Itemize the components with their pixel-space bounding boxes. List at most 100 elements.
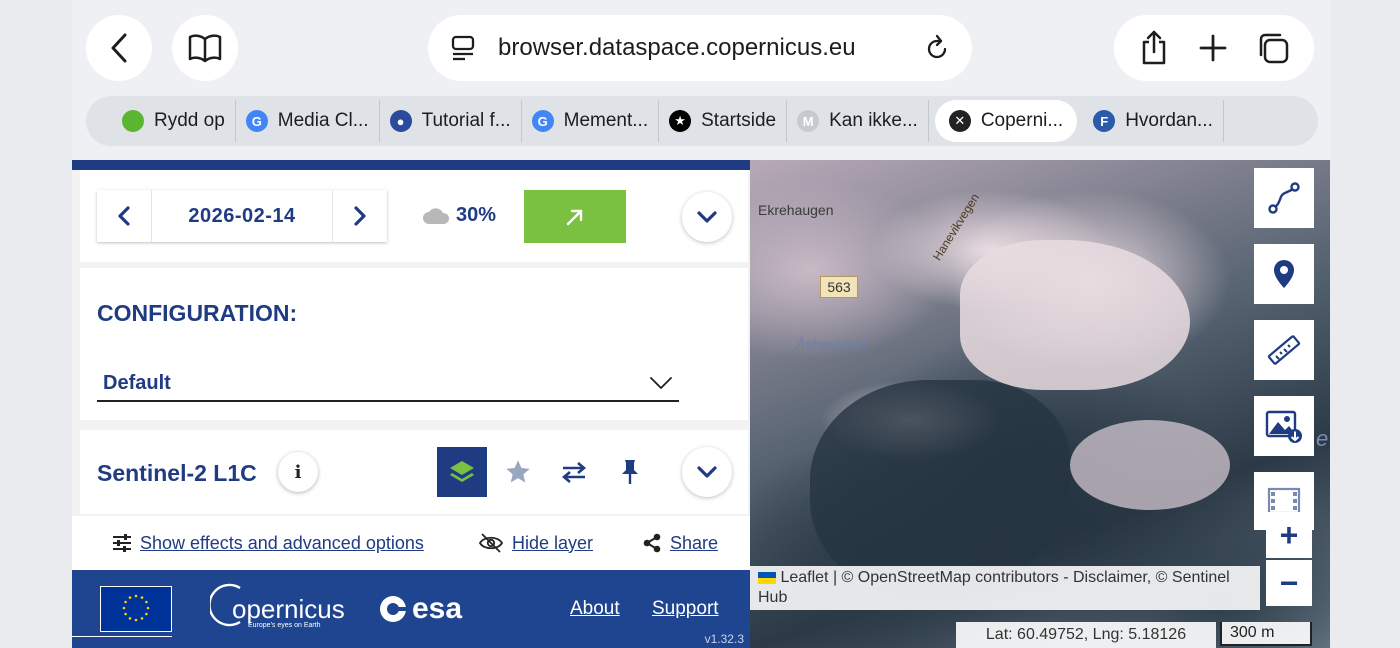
version-label: v1.32.3	[704, 632, 744, 646]
open-result-button[interactable]	[524, 190, 626, 243]
pin-button[interactable]	[605, 447, 655, 497]
browser-tab[interactable]: ✕ Coperni...	[934, 100, 1078, 142]
reader-icon	[451, 35, 475, 61]
ruler-icon	[1267, 335, 1301, 365]
chevron-right-icon	[354, 206, 366, 226]
tabs-overview-icon[interactable]	[1256, 31, 1290, 65]
back-button[interactable]	[86, 15, 152, 81]
configuration-value: Default	[103, 371, 171, 394]
compare-button[interactable]	[549, 447, 599, 497]
ukraine-flag-icon	[758, 571, 776, 584]
url-text: browser.dataspace.copernicus.eu	[498, 34, 856, 61]
browser-tab[interactable]: ● Tutorial f...	[380, 100, 522, 142]
browser-tab[interactable]: M Kan ikke...	[787, 100, 929, 142]
draw-path-tool[interactable]	[1254, 168, 1314, 228]
info-icon: i	[294, 461, 302, 483]
bookmarks-button[interactable]	[172, 15, 238, 81]
image-download-icon	[1265, 410, 1302, 443]
share-link[interactable]: Share	[642, 533, 718, 554]
footer: opernicus Europe's eyes on Earth esa Abo…	[72, 570, 750, 648]
browser-tab[interactable]: G Media Cl...	[236, 100, 380, 142]
next-date-button[interactable]	[333, 190, 387, 242]
share-label: Share	[670, 532, 719, 553]
hide-layer-link[interactable]: Hide layer	[478, 533, 593, 554]
map-snow-area	[960, 240, 1190, 390]
eu-flag-logo	[100, 586, 172, 632]
tab-favicon-icon: ★	[669, 110, 692, 132]
previous-date-button[interactable]	[97, 190, 151, 242]
hide-layer-label: Hide layer	[512, 532, 594, 553]
browser-chrome: browser.dataspace.copernicus.eu Rydd op G…	[72, 0, 1330, 160]
location-tool[interactable]	[1254, 244, 1314, 304]
configuration-select[interactable]: Default	[97, 366, 679, 402]
pin-icon	[622, 460, 638, 484]
map-label-asbovatnet: Åsbøvatnet	[796, 336, 867, 352]
copernicus-wordmark: opernicus	[232, 594, 345, 624]
reload-icon[interactable]	[924, 34, 950, 62]
collapse-date-button[interactable]	[682, 192, 732, 242]
zoom-out-button[interactable]: −	[1266, 560, 1312, 606]
layers-button[interactable]	[437, 447, 487, 497]
favorite-button[interactable]	[493, 447, 543, 497]
map-label-ekrehaugen: Ekrehaugen	[758, 202, 834, 218]
date-value[interactable]: 2026-02-14	[151, 190, 333, 242]
tab-label: Mement...	[563, 110, 649, 131]
tab-label: Media Cl...	[277, 110, 369, 131]
about-link[interactable]: About	[570, 598, 620, 620]
swap-arrows-icon	[561, 462, 587, 483]
tab-label: Hvordan...	[1125, 110, 1213, 131]
eye-slash-icon	[478, 533, 504, 553]
show-effects-label: Show effects and advanced options	[140, 532, 424, 553]
tab-favicon-icon	[122, 110, 144, 132]
tab-favicon-icon: G	[531, 110, 554, 132]
road-number-badge: 563	[820, 276, 858, 298]
cloud-cover[interactable]: 30%	[422, 204, 496, 227]
tab-favicon-icon: ●	[389, 110, 412, 132]
browser-tab[interactable]: Rydd op	[112, 100, 236, 142]
chevron-left-icon	[111, 33, 127, 63]
browser-tab[interactable]: ★ Startside	[659, 100, 788, 142]
show-effects-link[interactable]: Show effects and advanced options	[112, 533, 424, 554]
esa-wordmark: esa	[412, 592, 463, 625]
layers-icon	[450, 461, 474, 482]
date-card: 2026-02-14 30%	[80, 170, 748, 262]
map-pin-icon	[1274, 260, 1294, 288]
footer-divider	[72, 636, 172, 637]
browser-actions	[1114, 15, 1314, 81]
esa-emblem-icon	[380, 596, 407, 622]
chevron-down-icon	[697, 211, 717, 223]
tab-favicon-icon: G	[245, 110, 268, 132]
zoom-in-button[interactable]: +	[1266, 512, 1312, 558]
sliders-icon	[113, 534, 131, 552]
download-image-tool[interactable]	[1254, 396, 1314, 456]
tab-label: Tutorial f...	[421, 110, 511, 131]
star-icon	[506, 460, 530, 483]
measure-tool[interactable]	[1254, 320, 1314, 380]
browser-tab[interactable]: F Hvordan...	[1083, 100, 1224, 142]
scale-bar: 300 m	[1220, 622, 1312, 646]
tab-bar: Rydd op G Media Cl... ● Tutorial f... G Mement…	[86, 96, 1318, 146]
layer-card: Sentinel-2 L1C i	[80, 430, 748, 514]
layer-info-button[interactable]: i	[278, 452, 318, 492]
esa-logo: esa	[378, 592, 462, 626]
browser-tab[interactable]: G Mement...	[522, 100, 660, 142]
share-nodes-icon	[643, 533, 661, 553]
date-picker: 2026-02-14	[97, 190, 387, 242]
share-icon[interactable]	[1138, 30, 1170, 66]
eu-stars-icon	[122, 594, 150, 622]
address-bar[interactable]: browser.dataspace.copernicus.eu	[428, 15, 972, 81]
leaflet-link[interactable]: Leaflet	[780, 569, 828, 586]
book-icon	[188, 34, 222, 63]
support-link[interactable]: Support	[652, 598, 719, 620]
expand-layer-button[interactable]	[682, 447, 732, 497]
map-label-hanevikvegen: Hanevikvegen	[929, 191, 983, 263]
satellite-map[interactable]: Ekrehaugen Hanevikvegen 563 Åsbøvatnet e…	[750, 160, 1330, 648]
sidebar-panel: 2026-02-14 30% CONFIGURATION: Default Se…	[72, 160, 750, 648]
cursor-coordinates: Lat: 60.49752, Lng: 5.18126	[956, 622, 1216, 648]
panel-top-strip	[72, 160, 750, 170]
attribution-text: | © OpenStreetMap contributors - Disclai…	[758, 569, 1230, 606]
map-snow-area	[1070, 420, 1230, 510]
tab-favicon-icon: M	[797, 110, 820, 132]
plus-icon[interactable]	[1198, 33, 1228, 63]
chevron-down-icon	[650, 377, 672, 389]
